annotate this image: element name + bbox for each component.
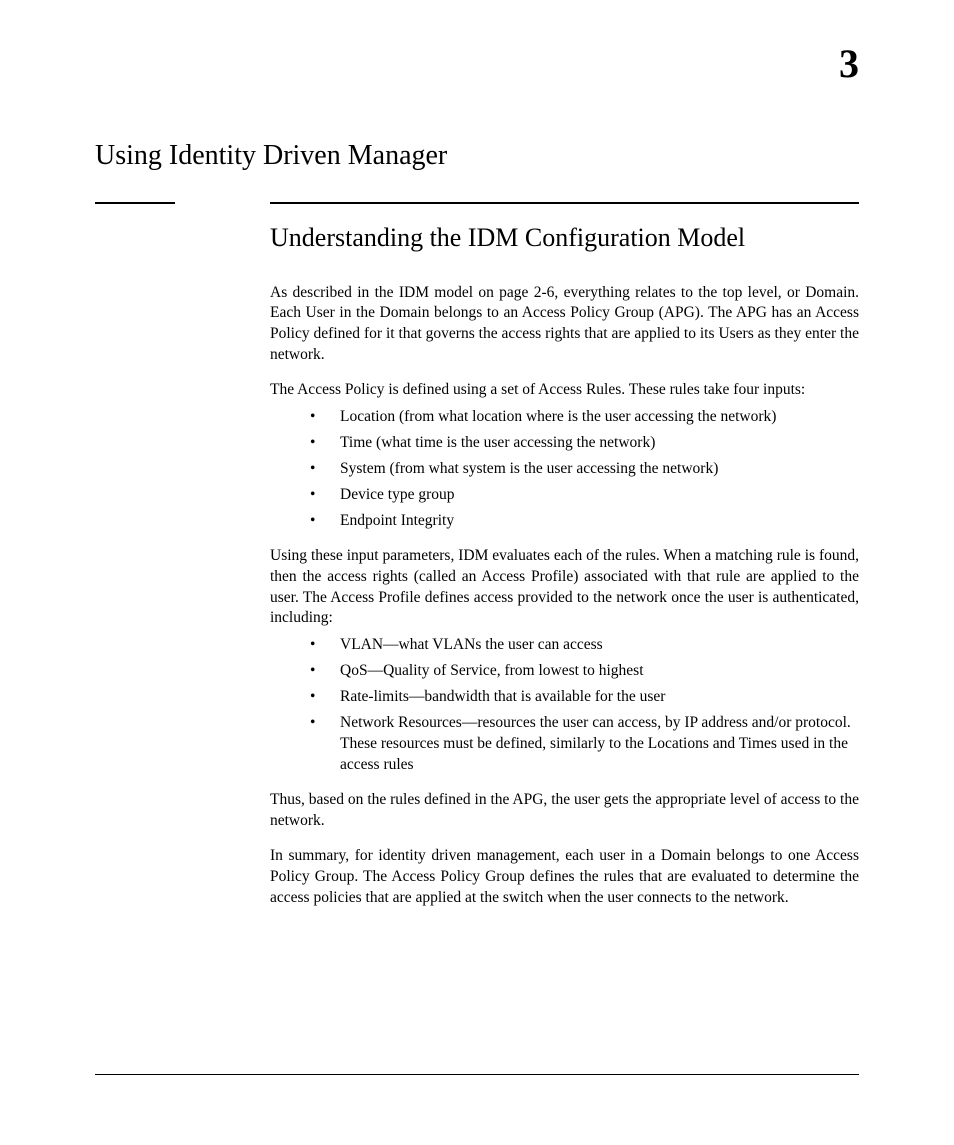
paragraph-1: As described in the IDM model on page 2-… — [270, 283, 859, 367]
list-item: QoS—Quality of Service, from lowest to h… — [310, 661, 859, 682]
list-item: Network Resources—resources the user can… — [310, 713, 859, 776]
paragraph-3: Using these input parameters, IDM evalua… — [270, 546, 859, 630]
section-title: Understanding the IDM Configuration Mode… — [270, 222, 859, 255]
paragraph-4: Thus, based on the rules defined in the … — [270, 790, 859, 832]
access-rules-inputs-list: Location (from what location where is th… — [310, 407, 859, 532]
list-item: Time (what time is the user accessing th… — [310, 433, 859, 454]
divider-right — [270, 202, 859, 204]
list-item: System (from what system is the user acc… — [310, 459, 859, 480]
paragraph-5: In summary, for identity driven manageme… — [270, 846, 859, 909]
list-item: Endpoint Integrity — [310, 511, 859, 532]
chapter-title: Using Identity Driven Manager — [95, 140, 859, 172]
chapter-number: 3 — [839, 40, 859, 87]
document-page: 3 Using Identity Driven Manager Understa… — [0, 0, 954, 1145]
list-item: Device type group — [310, 485, 859, 506]
list-item: Location (from what location where is th… — [310, 407, 859, 428]
divider-left — [95, 202, 175, 204]
list-item: Rate-limits—bandwidth that is available … — [310, 687, 859, 708]
footer-rule — [95, 1074, 859, 1075]
list-item: VLAN—what VLANs the user can access — [310, 635, 859, 656]
divider-row — [95, 202, 859, 204]
access-profile-list: VLAN—what VLANs the user can access QoS—… — [310, 635, 859, 776]
paragraph-2: The Access Policy is defined using a set… — [270, 380, 859, 401]
content-area: Understanding the IDM Configuration Mode… — [270, 222, 859, 909]
divider-gap — [175, 202, 270, 204]
